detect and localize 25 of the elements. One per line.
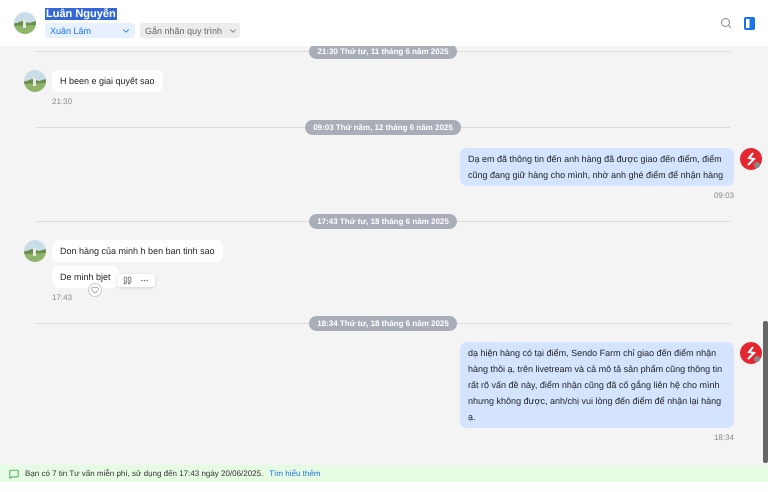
date-separator: 18:34 Thứ tư, 18 tháng 6 năm 2025	[309, 316, 457, 330]
contact-name: Luân Nguyễn	[45, 8, 117, 20]
assignee-select[interactable]: Xuân Lâm	[45, 23, 135, 38]
search-icon[interactable]	[719, 16, 733, 30]
scrollbar[interactable]	[763, 321, 768, 463]
quote-icon[interactable]	[123, 276, 132, 285]
date-separator: 17:43 Thứ tư, 18 tháng 6 năm 2025	[309, 214, 457, 228]
message-bubble: Dạ em đã thông tin đến anh hàng đã được giao đến điểm, điểm cũng đang giữ hàng cho mình, nhờ anh ghé điểm để nhận hàng	[460, 148, 734, 186]
date-separator: 09:03 Thứ năm, 12 tháng 6 năm 2025	[305, 120, 461, 134]
message-time: 17:43	[52, 293, 72, 302]
logo-icon	[740, 148, 762, 170]
banner-text: Bạn có 7 tin Tư vấn miễn phí, sử dụng đến 17:43 ngày 20/06/2025.	[25, 469, 264, 478]
learn-more-link[interactable]: Tìm hiểu thêm	[269, 469, 320, 478]
panel-icon[interactable]	[744, 16, 754, 30]
message-bubble: dạ hiện hàng có tại điểm, Sendo Farm chỉ giao đến điểm nhận hàng thôi ạ, trên livetream và cả mô tả sản phẩm cũng thông tin rất rõ vấn đề này, điểm nhận cũng đã cố gắng liên hệ cho mình nhưng không được, anh/chị vui lòng đến điểm để nhận lại hàng ạ.	[460, 342, 734, 428]
message-bubble: H been e giai quyết sao	[52, 70, 163, 92]
message-time: 21:30	[52, 97, 72, 106]
message-time: 18:34	[714, 433, 734, 442]
message-time: 09:03	[714, 191, 734, 200]
date-separator: 21:30 Thứ tư, 11 tháng 6 năm 2025	[309, 46, 457, 58]
label-select[interactable]: Gắn nhãn quy trình	[140, 23, 240, 38]
message-bubble: De minh bjet	[52, 266, 119, 288]
logo-icon	[740, 342, 762, 364]
message-bubble: Don hàng của minh h ben ban tinh sao	[52, 240, 223, 262]
chat-icon	[9, 468, 19, 478]
